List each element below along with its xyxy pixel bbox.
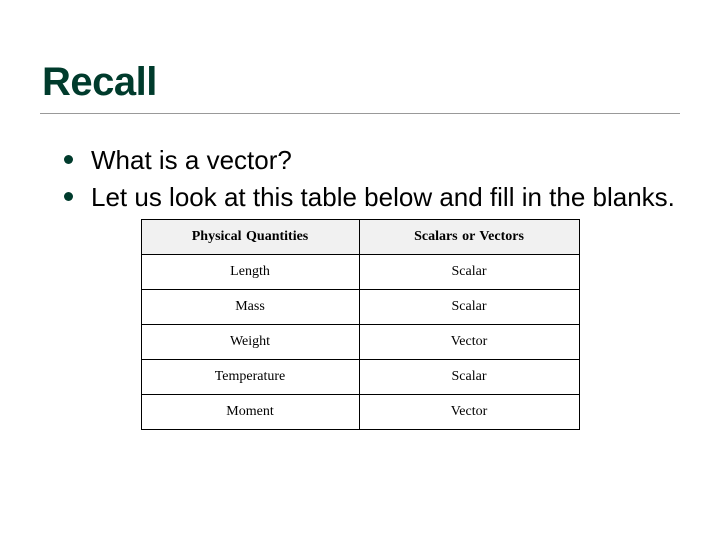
quantities-table: Physical Quantities Scalars or Vectors L… xyxy=(141,219,580,430)
table-cell: Scalar xyxy=(359,290,579,325)
bullet-text: Let us look at this table below and fill… xyxy=(91,181,680,214)
bullet-item: What is a vector? xyxy=(64,144,680,177)
bullet-icon xyxy=(64,192,73,201)
title-row: Recall xyxy=(40,60,680,114)
bullet-text: What is a vector? xyxy=(91,144,680,177)
table-row: Length Scalar xyxy=(141,255,579,290)
table-cell: Moment xyxy=(141,395,359,430)
table-header-cell: Scalars or Vectors xyxy=(359,220,579,255)
table-header-cell: Physical Quantities xyxy=(141,220,359,255)
table-row: Weight Vector xyxy=(141,325,579,360)
table-header-row: Physical Quantities Scalars or Vectors xyxy=(141,220,579,255)
table-row: Mass Scalar xyxy=(141,290,579,325)
table-cell: Scalar xyxy=(359,360,579,395)
bullet-item: Let us look at this table below and fill… xyxy=(64,181,680,214)
table-cell: Vector xyxy=(359,325,579,360)
slide-title: Recall xyxy=(42,60,680,105)
bullet-icon xyxy=(64,155,73,164)
table-cell: Weight xyxy=(141,325,359,360)
table-row: Temperature Scalar xyxy=(141,360,579,395)
table-row: Moment Vector xyxy=(141,395,579,430)
slide: Recall What is a vector? Let us look at … xyxy=(0,0,720,540)
table-cell: Mass xyxy=(141,290,359,325)
bullet-list: What is a vector? Let us look at this ta… xyxy=(64,144,680,213)
table-cell: Scalar xyxy=(359,255,579,290)
table-cell: Vector xyxy=(359,395,579,430)
table-cell: Length xyxy=(141,255,359,290)
table-cell: Temperature xyxy=(141,360,359,395)
